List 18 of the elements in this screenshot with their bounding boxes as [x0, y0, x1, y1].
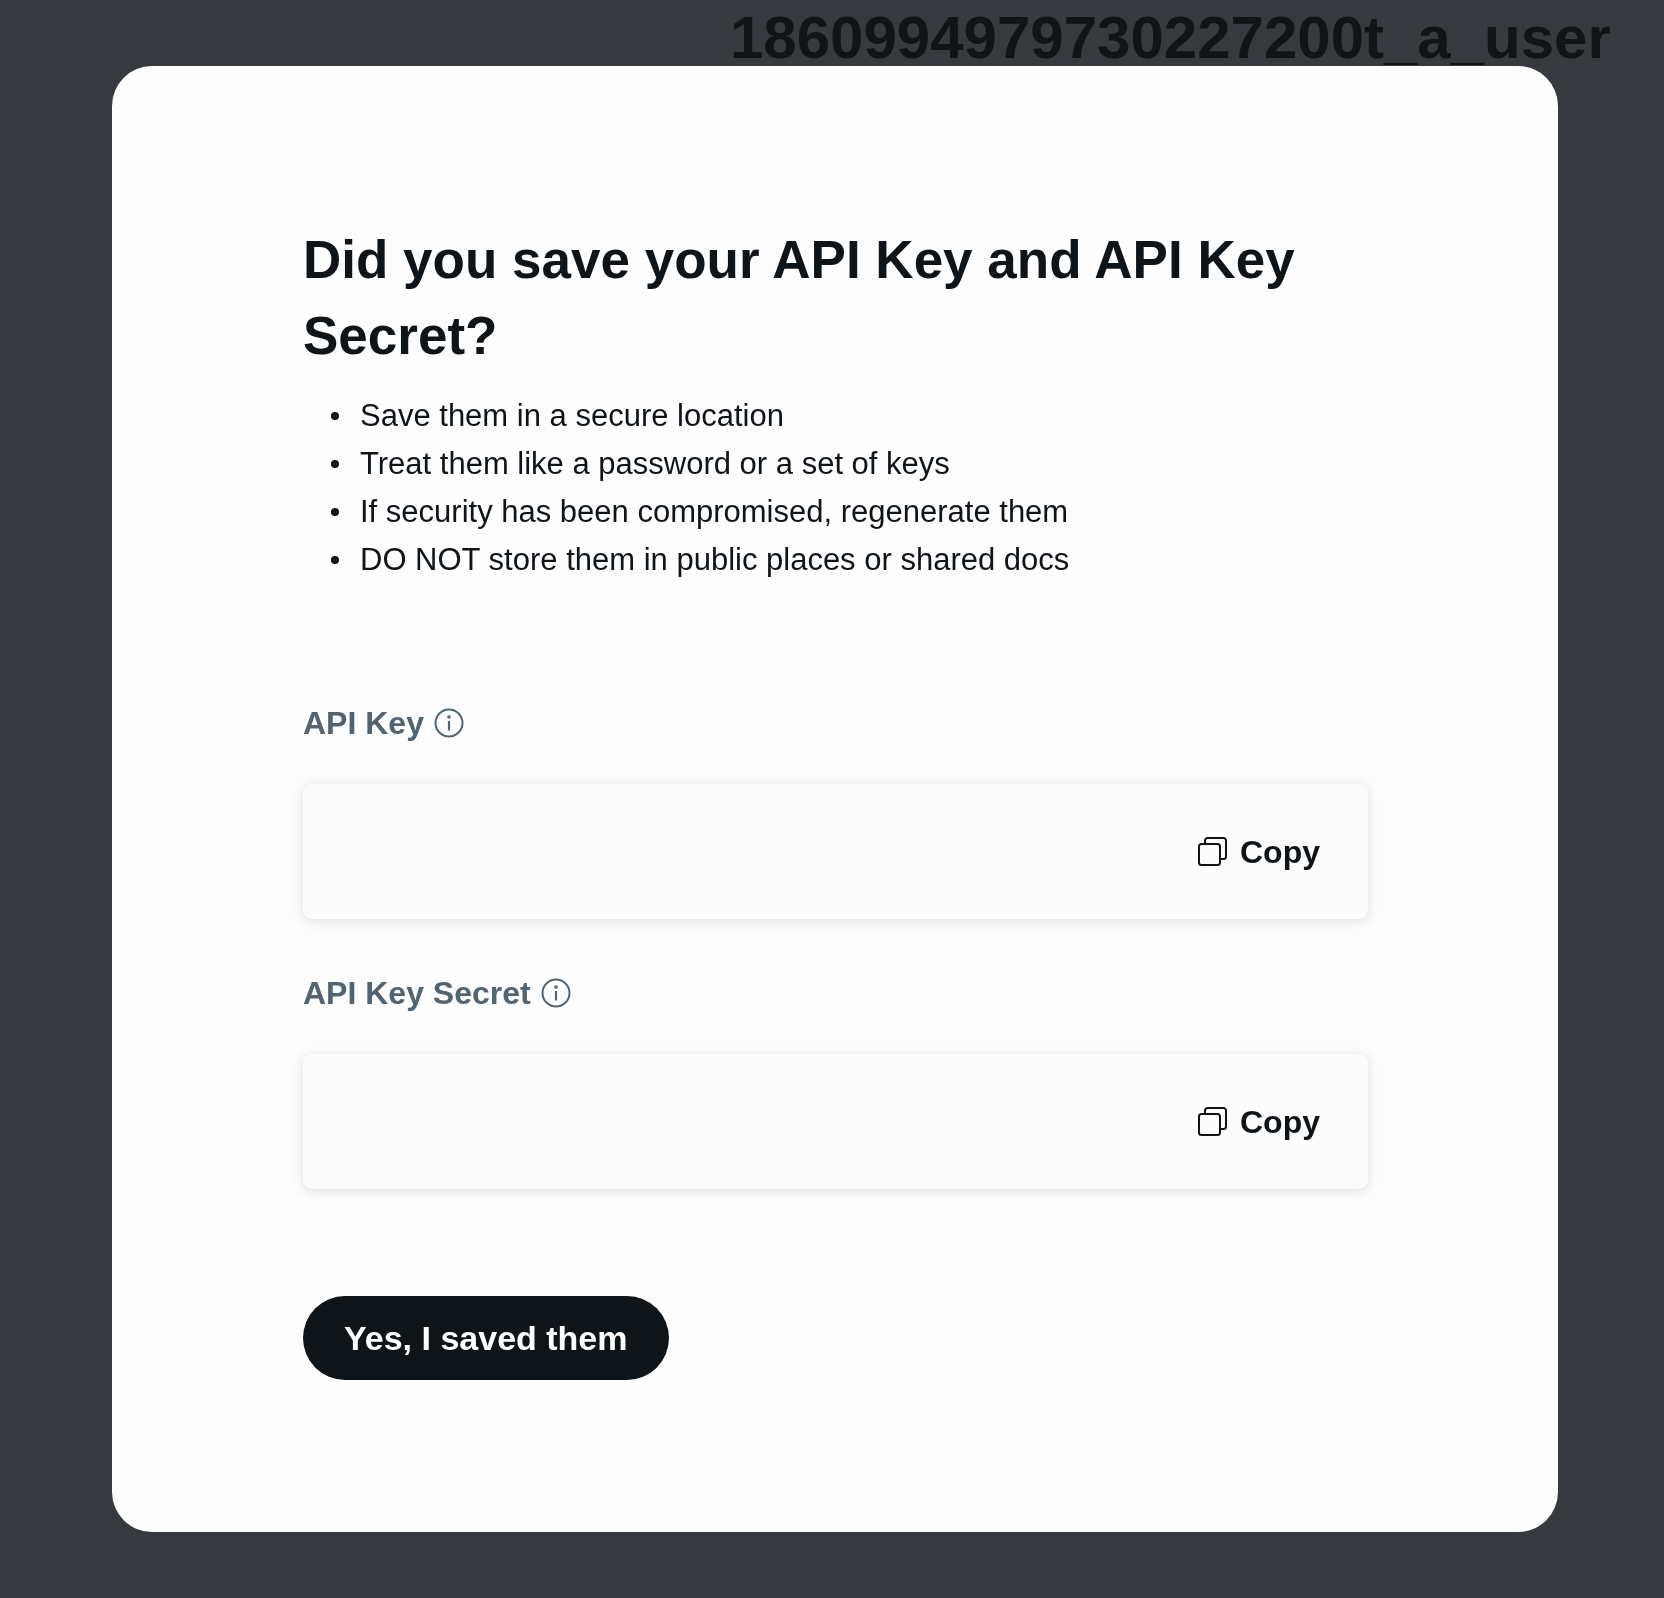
tip-text: If security has been compromised, regenerate them	[360, 493, 1069, 531]
dialog-title: Did you save your API Key and API Key Secret?	[303, 229, 1296, 367]
tip-text: DO NOT store them in public places or shared docs	[360, 541, 1070, 579]
field-label: API Key Secret	[303, 974, 531, 1013]
info-icon[interactable]	[433, 708, 464, 738]
field-label: API Key	[303, 704, 424, 743]
copy-button[interactable]: Copy	[1198, 831, 1320, 872]
bullet-icon	[331, 508, 339, 516]
bullet-icon	[331, 556, 339, 564]
info-icon[interactable]	[540, 978, 571, 1008]
copy-icon	[1198, 837, 1227, 866]
copy-icon	[1198, 1107, 1227, 1136]
confirm-button[interactable]: Yes, I saved them	[303, 1296, 669, 1380]
bullet-icon	[331, 412, 339, 420]
tip-text: Save them in a secure location	[360, 397, 784, 435]
bullet-icon	[331, 460, 339, 468]
copy-button[interactable]: Copy	[1198, 1101, 1320, 1142]
tip-text: Treat them like a password or a set of keys	[360, 445, 950, 483]
